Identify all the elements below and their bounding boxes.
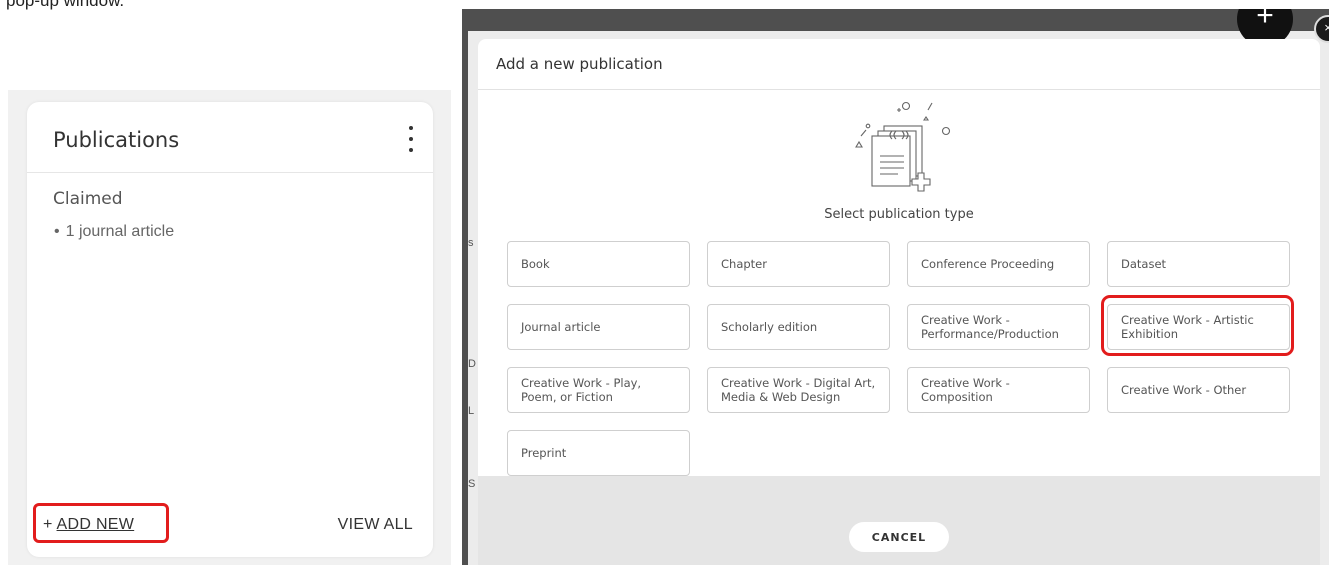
type-scholarly-edition-button[interactable]: Scholarly edition bbox=[707, 304, 890, 350]
bullet: • bbox=[54, 223, 60, 240]
modal-header: Add a new publication bbox=[478, 39, 1320, 90]
card-title: Publications bbox=[53, 128, 180, 152]
cancel-button[interactable]: CANCEL bbox=[849, 522, 949, 552]
type-performance-production-button[interactable]: Creative Work - Performance/Production bbox=[907, 304, 1090, 350]
document-quote-plus-icon bbox=[855, 101, 951, 192]
edge-letter: D bbox=[468, 358, 476, 370]
type-other-button[interactable]: Creative Work - Other bbox=[1107, 367, 1290, 413]
view-all-link[interactable]: VIEW ALL bbox=[338, 516, 413, 534]
edge-letter: L bbox=[468, 405, 475, 417]
artistic-exhibition-highlight bbox=[1101, 295, 1294, 356]
add-new-highlight bbox=[33, 503, 169, 543]
publications-card: Publications Claimed • 1 journal article … bbox=[27, 102, 433, 557]
type-preprint-button[interactable]: Preprint bbox=[507, 430, 690, 476]
type-book-button[interactable]: Book bbox=[507, 241, 690, 287]
list-item: • 1 journal article bbox=[54, 223, 174, 241]
more-options-icon[interactable] bbox=[407, 126, 415, 152]
type-dataset-button[interactable]: Dataset bbox=[1107, 241, 1290, 287]
edge-letter: s bbox=[468, 237, 474, 249]
select-type-label: Select publication type bbox=[824, 207, 974, 222]
type-journal-article-button[interactable]: Journal article bbox=[507, 304, 690, 350]
edge-letter: S bbox=[468, 478, 476, 490]
card-divider bbox=[27, 172, 433, 173]
type-conference-proceeding-button[interactable]: Conference Proceeding bbox=[907, 241, 1090, 287]
modal-footer: CANCEL bbox=[478, 476, 1320, 565]
list-item-label: 1 journal article bbox=[65, 223, 175, 240]
type-composition-button[interactable]: Creative Work - Composition bbox=[907, 367, 1090, 413]
modal-title: Add a new publication bbox=[496, 55, 663, 73]
claimed-heading: Claimed bbox=[53, 189, 123, 209]
type-play-poem-fiction-button[interactable]: Creative Work - Play, Poem, or Fiction bbox=[507, 367, 690, 413]
type-chapter-button[interactable]: Chapter bbox=[707, 241, 890, 287]
instruction-text: pop-up window. bbox=[6, 0, 125, 10]
type-digital-art-button[interactable]: Creative Work - Digital Art, Media & Web… bbox=[707, 367, 890, 413]
